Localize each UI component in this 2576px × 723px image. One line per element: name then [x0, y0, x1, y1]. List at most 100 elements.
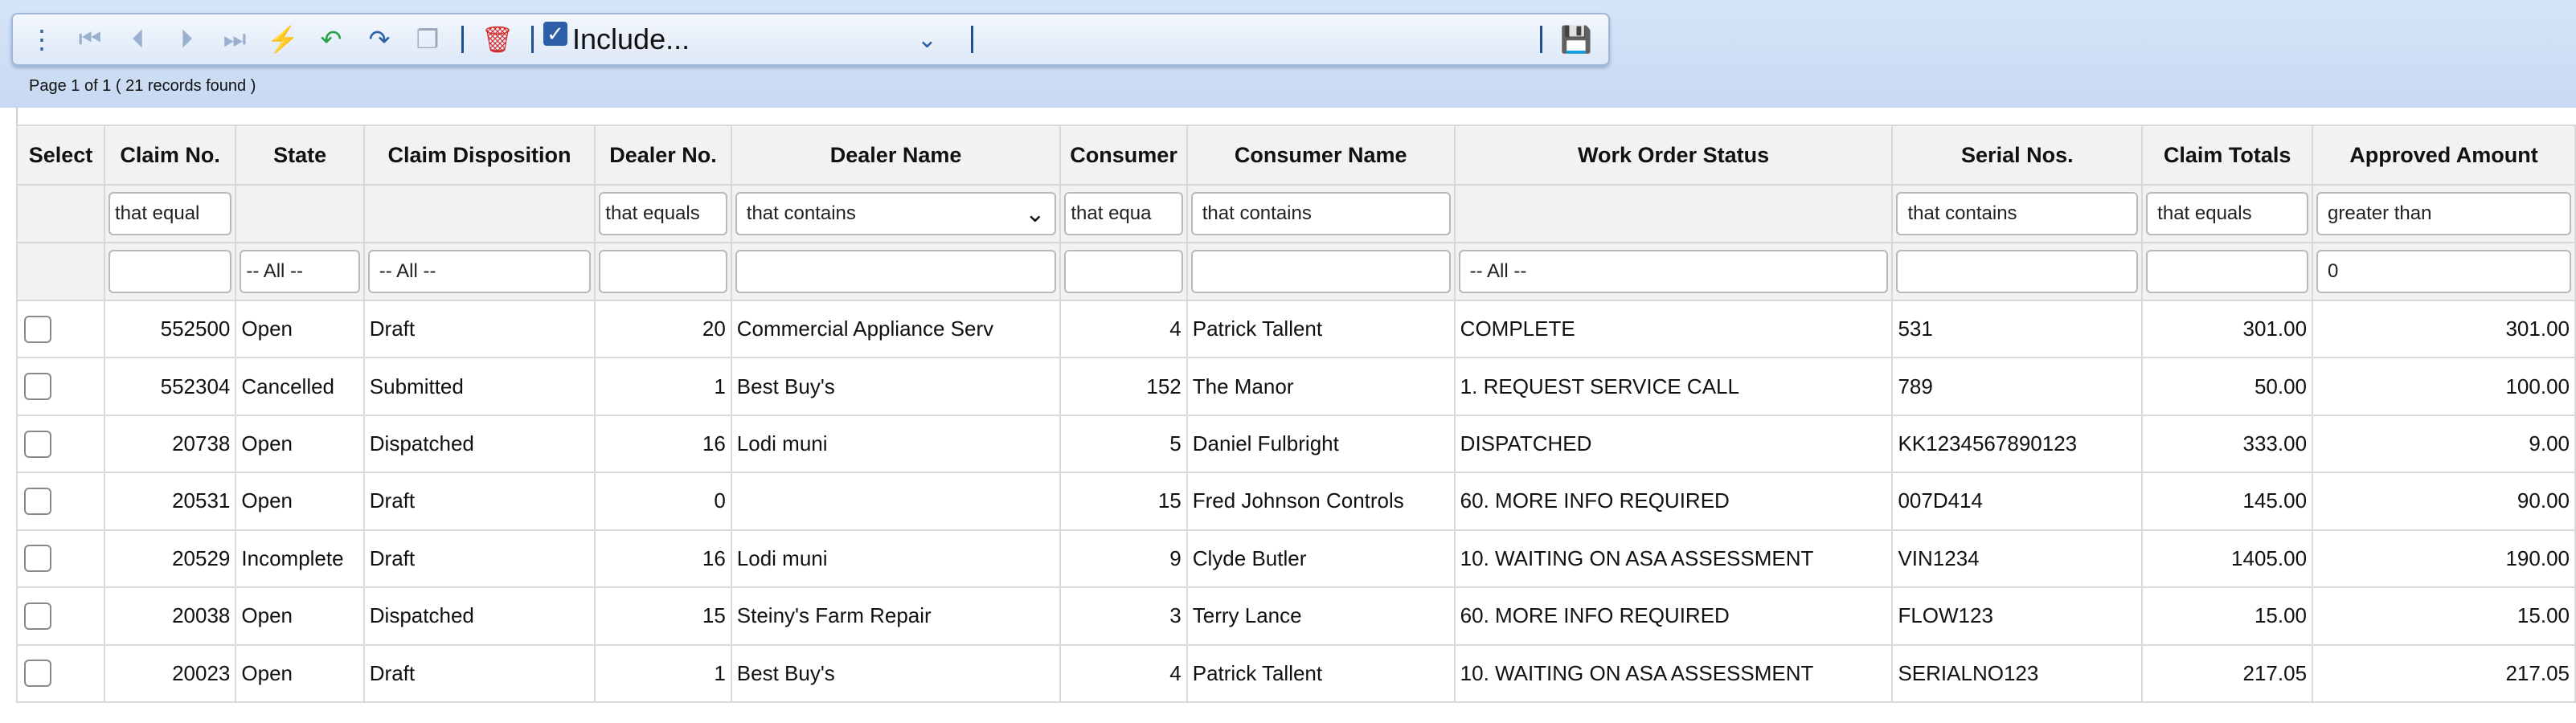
dealer-name-cell: Lodi muni [730, 529, 1062, 589]
filter-operator-row: that equal that equals that contains ⌄ th… [16, 184, 2576, 243]
undo-icon[interactable]: ↶ [313, 22, 349, 57]
consumer-name-operator-select[interactable]: that contains [1190, 192, 1451, 235]
work-order-status-cell: 60. MORE INFO REQUIRED [1453, 472, 1894, 531]
approved-amount-filter-input[interactable]: 0 [2316, 250, 2571, 293]
dealer-no-filter-input[interactable] [599, 250, 727, 293]
toolbar-separator [461, 26, 464, 53]
serial-nos-operator-select[interactable]: that contains [1896, 192, 2139, 235]
column-header-claim-disposition[interactable]: Claim Disposition [362, 125, 596, 186]
first-page-icon[interactable]: ⏮ [72, 22, 108, 57]
work-order-status-filter-select[interactable]: -- All -- [1458, 250, 1889, 293]
row-select-checkbox[interactable] [24, 373, 51, 401]
consumer-name-cell: The Manor [1186, 357, 1456, 416]
filter-cell [362, 184, 596, 243]
claim-totals-filter-input[interactable] [2146, 250, 2309, 293]
claim-no-cell: 552500 [103, 299, 237, 359]
approved-amount-cell: 301.00 [2312, 299, 2576, 359]
row-select-checkbox[interactable] [24, 488, 51, 516]
select-cell [16, 472, 105, 531]
consumer-name-cell: Daniel Fulbright [1186, 414, 1456, 474]
lightning-icon[interactable]: ⚡ [265, 22, 301, 57]
column-header-claim-totals[interactable]: Claim Totals [2141, 125, 2314, 186]
column-header-claim-no[interactable]: Claim No. [103, 125, 237, 186]
filter-cell [1059, 242, 1188, 301]
filter-cell: that equals [594, 184, 732, 243]
claim-no-cell: 552304 [103, 357, 237, 416]
last-page-icon[interactable]: ⏭ [217, 22, 252, 57]
table-row[interactable]: 552500 Open Draft 20 Commercial Appliance Se… [16, 299, 2576, 359]
consumer-operator-select[interactable]: that equa [1064, 192, 1183, 235]
column-header-dealer-no[interactable]: Dealer No. [594, 125, 732, 186]
filter-cell [2141, 242, 2314, 301]
column-header-state[interactable]: State [235, 125, 365, 186]
next-page-icon[interactable]: ⏵ [169, 22, 204, 57]
dealer-no-cell: 16 [594, 414, 732, 474]
serial-nos-cell: KK1234567890123 [1891, 414, 2144, 474]
grid-body: 552500 Open Draft 20 Commercial Appliance Se… [16, 299, 2576, 704]
claim-disposition-cell: Submitted [362, 357, 596, 416]
copy-icon[interactable]: ❐ [410, 22, 445, 57]
row-select-checkbox[interactable] [24, 545, 51, 573]
dealer-no-operator-select[interactable]: that equals [599, 192, 727, 235]
table-row[interactable]: 20023 Open Draft 1 Best Buy's 4 Patrick Tallen… [16, 643, 2576, 704]
claim-disposition-cell: Draft [362, 643, 596, 704]
claim-totals-operator-select[interactable]: that equals [2146, 192, 2309, 235]
consumer-cell: 3 [1059, 586, 1188, 646]
column-header-consumer-name[interactable]: Consumer Name [1186, 125, 1456, 186]
consumer-filter-input[interactable] [1064, 250, 1183, 293]
claim-disposition-filter-select[interactable]: -- All -- [367, 250, 592, 293]
approved-amount-operator-select[interactable]: greater than [2316, 192, 2571, 235]
dealer-name-cell: Steiny's Farm Repair [730, 586, 1062, 646]
table-row[interactable]: 20738 Open Dispatched 16 Lodi muni 5 Daniel Fu… [16, 414, 2576, 474]
claims-grid: Select Claim No. State Claim Disposition… [16, 125, 2576, 704]
column-header-select[interactable]: Select [16, 125, 105, 186]
filter-value-row: -- All -- -- All -- -- All -- 0 [16, 242, 2576, 301]
column-header-dealer-name[interactable]: Dealer Name [730, 125, 1062, 186]
column-header-consumer[interactable]: Consumer [1059, 125, 1188, 186]
row-select-checkbox[interactable] [24, 430, 51, 458]
claim-disposition-cell: Dispatched [362, 586, 596, 646]
kebab-menu-icon[interactable]: ⋮ [24, 22, 59, 57]
work-order-status-cell: 1. REQUEST SERVICE CALL [1453, 357, 1894, 416]
table-row[interactable]: 20038 Open Dispatched 15 Steiny's Farm Repai… [16, 586, 2576, 646]
dealer-no-cell: 15 [594, 586, 732, 646]
previous-page-icon[interactable]: ⏴ [121, 22, 156, 57]
claim-disposition-cell: Draft [362, 529, 596, 589]
approved-amount-cell: 190.00 [2312, 529, 2576, 589]
claim-no-operator-select[interactable]: that equal [108, 192, 232, 235]
serial-nos-filter-input[interactable] [1896, 250, 2139, 293]
claim-no-filter-input[interactable] [108, 250, 232, 293]
work-order-status-cell: COMPLETE [1453, 299, 1894, 359]
consumer-cell: 152 [1059, 357, 1188, 416]
serial-nos-cell: VIN1234 [1891, 529, 2144, 589]
table-row[interactable]: 20529 Incomplete Draft 16 Lodi muni 9 Clyde Bu… [16, 529, 2576, 589]
row-select-checkbox[interactable] [24, 315, 51, 343]
row-select-checkbox[interactable] [24, 602, 51, 630]
select-cell [16, 586, 105, 646]
save-icon[interactable]: 💾 [1558, 22, 1594, 57]
state-filter-value: -- All -- [246, 260, 304, 282]
table-row[interactable]: 552304 Cancelled Submitted 1 Best Buy's 152 Th… [16, 357, 2576, 416]
include-dropdown[interactable]: ✓ Include... ⌄ [543, 20, 961, 59]
approved-amount-cell: 9.00 [2312, 414, 2576, 474]
column-header-work-order-status[interactable]: Work Order Status [1453, 125, 1894, 186]
chevron-down-icon: ⌄ [916, 26, 937, 53]
select-cell [16, 357, 105, 416]
dealer-no-cell: 0 [594, 472, 732, 531]
serial-nos-cell: SERIALNO123 [1891, 643, 2144, 704]
consumer-name-filter-input[interactable] [1190, 250, 1451, 293]
state-filter-select[interactable]: -- All -- [240, 250, 360, 293]
table-row[interactable]: 20531 Open Draft 0 15 Fred Johnson Controls 60… [16, 472, 2576, 531]
row-select-checkbox[interactable] [24, 660, 51, 688]
dealer-no-cell: 1 [594, 643, 732, 704]
column-header-serial-nos[interactable]: Serial Nos. [1891, 125, 2144, 186]
column-header-approved-amount[interactable]: Approved Amount [2312, 125, 2576, 186]
dealer-name-filter-input[interactable] [735, 250, 1057, 293]
dealer-no-cell: 16 [594, 529, 732, 589]
redo-icon[interactable]: ↷ [362, 22, 397, 57]
delete-icon[interactable]: 🗑 [480, 22, 515, 57]
select-cell [16, 643, 105, 704]
consumer-cell: 9 [1059, 529, 1188, 589]
select-cell [16, 529, 105, 589]
dealer-name-operator-select[interactable]: that contains ⌄ [735, 192, 1057, 235]
